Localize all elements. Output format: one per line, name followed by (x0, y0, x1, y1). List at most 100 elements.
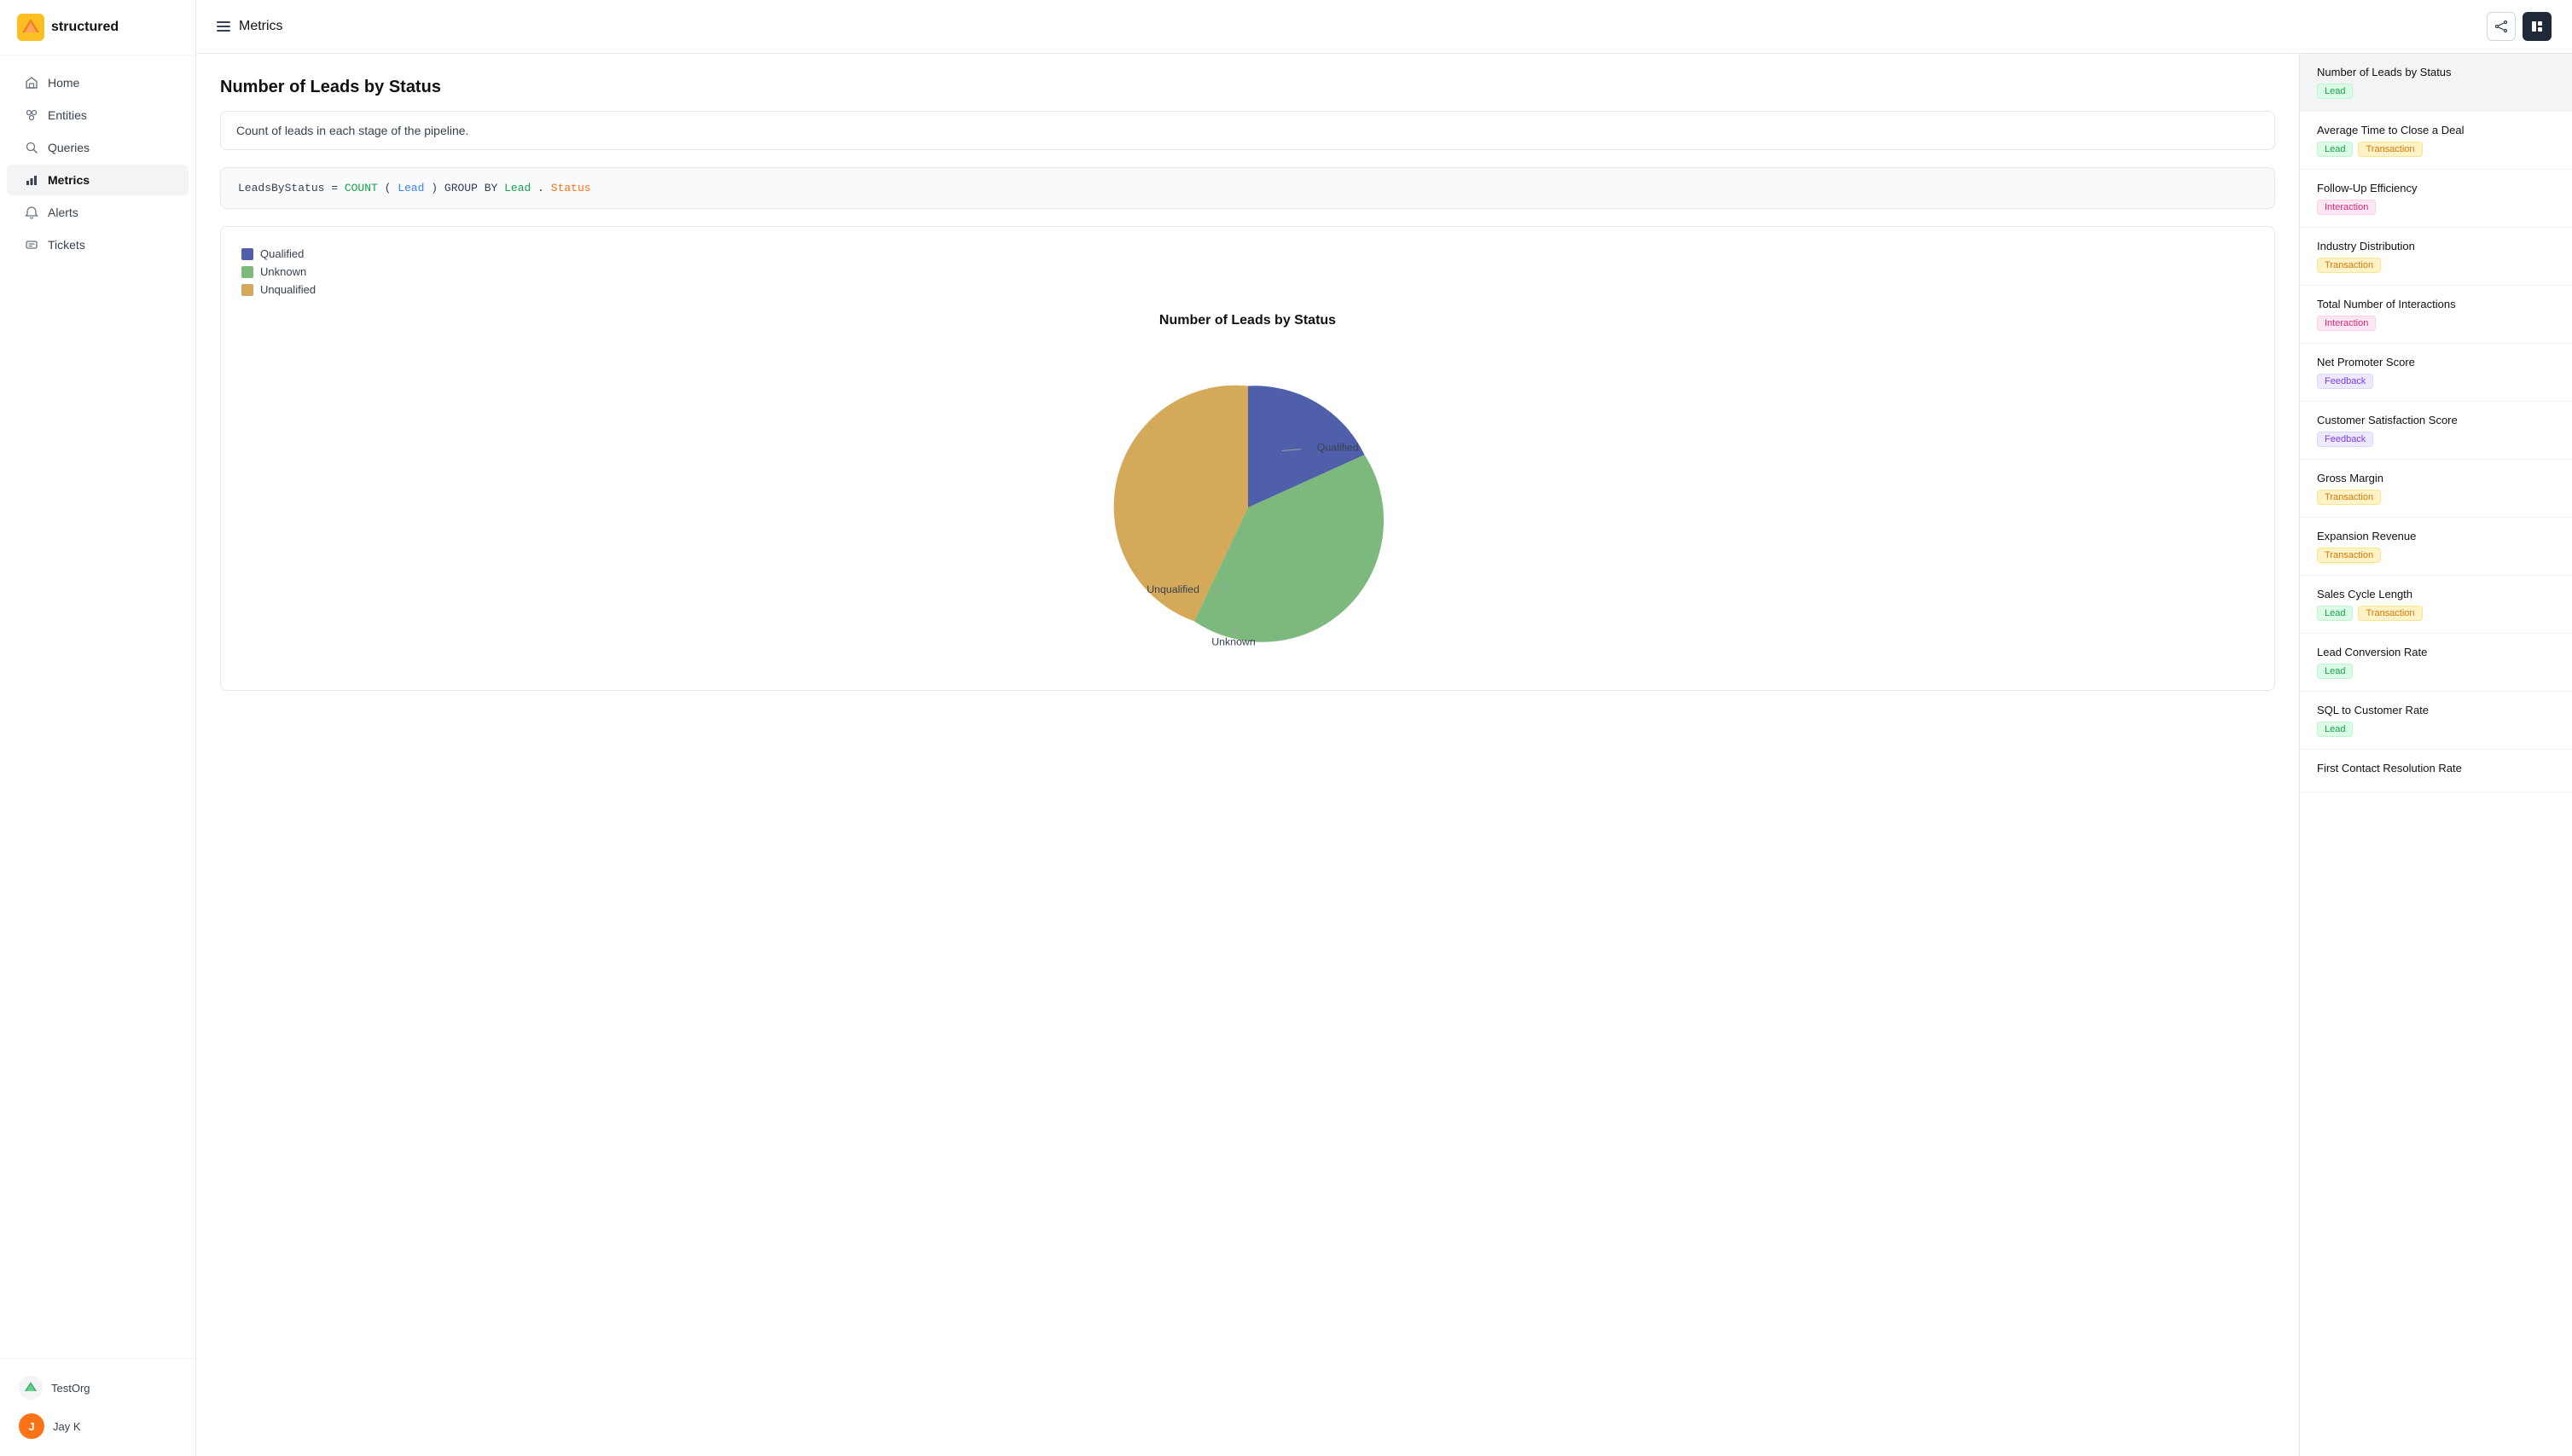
legend-label-unknown: Unknown (260, 265, 306, 278)
tag-lead-9: Lead (2317, 606, 2353, 621)
tag-transaction-8: Transaction (2317, 548, 2381, 563)
tag-transaction-1: Transaction (2358, 142, 2422, 157)
list-item-tags-4: Interaction (2317, 316, 2555, 331)
list-item-title-12: First Contact Resolution Rate (2317, 762, 2555, 774)
sidebar-item-home-label: Home (48, 76, 79, 90)
list-item-5[interactable]: Net Promoter Score Feedback (2300, 344, 2572, 402)
sidebar-item-tickets[interactable]: Tickets (7, 229, 189, 260)
list-item-title-4: Total Number of Interactions (2317, 298, 2555, 310)
alerts-icon (24, 205, 39, 220)
header: Metrics (196, 0, 2572, 54)
list-item-tags-11: Lead (2317, 722, 2555, 737)
list-item-title-0: Number of Leads by Status (2317, 66, 2555, 78)
list-item-3[interactable]: Industry Distribution Transaction (2300, 228, 2572, 286)
metrics-icon (24, 172, 39, 188)
sidebar: structured Home Entities (0, 0, 196, 1456)
center-panel: Number of Leads by Status Count of leads… (196, 54, 2299, 1456)
list-item-9[interactable]: Sales Cycle Length Lead Transaction (2300, 576, 2572, 634)
chart-title: Number of Leads by Status (241, 313, 2254, 328)
legend-unknown: Unknown (241, 265, 2254, 278)
list-item-tags-0: Lead (2317, 84, 2555, 99)
share-icon (2494, 20, 2508, 33)
description-text: Count of leads in each stage of the pipe… (236, 124, 468, 137)
main-content: Metrics (196, 0, 2572, 1456)
legend-label-qualified: Qualified (260, 247, 304, 260)
chart-container: Qualified Unqualified Unknown (241, 345, 2254, 670)
legend-label-unqualified: Unqualified (260, 283, 316, 296)
list-item-tags-7: Transaction (2317, 490, 2555, 505)
list-item-title-10: Lead Conversion Rate (2317, 646, 2555, 658)
list-item-2[interactable]: Follow-Up Efficiency Interaction (2300, 170, 2572, 228)
list-item-tags-8: Transaction (2317, 548, 2555, 563)
list-item-4[interactable]: Total Number of Interactions Interaction (2300, 286, 2572, 344)
layout-icon (2530, 20, 2544, 33)
sidebar-item-queries-label: Queries (48, 141, 90, 154)
tag-feedback-6: Feedback (2317, 432, 2373, 447)
list-item-title-6: Customer Satisfaction Score (2317, 414, 2555, 426)
description-box: Count of leads in each stage of the pipe… (220, 111, 2275, 150)
sidebar-item-metrics[interactable]: Metrics (7, 165, 189, 195)
list-item-title-1: Average Time to Close a Deal (2317, 124, 2555, 136)
list-item-title-7: Gross Margin (2317, 472, 2555, 484)
org-name: TestOrg (51, 1382, 90, 1395)
pie-label-unknown: Unknown (1211, 636, 1256, 648)
layout-button[interactable] (2523, 12, 2552, 41)
query-box: LeadsByStatus = COUNT ( Lead ) GROUP BY … (220, 167, 2275, 209)
logo-text: structured (51, 20, 119, 35)
list-item-tags-2: Interaction (2317, 200, 2555, 215)
org-item[interactable]: TestOrg (14, 1369, 182, 1407)
tag-interaction-4: Interaction (2317, 316, 2376, 331)
list-item-tags-3: Transaction (2317, 258, 2555, 273)
list-item-12[interactable]: First Contact Resolution Rate (2300, 750, 2572, 792)
tag-transaction-9: Transaction (2358, 606, 2422, 621)
entities-icon (24, 107, 39, 123)
logo-icon (17, 14, 44, 41)
user-avatar: J (19, 1413, 44, 1439)
sidebar-item-alerts-label: Alerts (48, 206, 78, 219)
list-item-10[interactable]: Lead Conversion Rate Lead (2300, 634, 2572, 692)
header-left: Metrics (217, 19, 283, 34)
legend-dot-qualified (241, 248, 253, 260)
list-item-11[interactable]: SQL to Customer Rate Lead (2300, 692, 2572, 750)
chart-box: Qualified Unknown Unqualified Number of … (220, 226, 2275, 691)
list-item-title-11: SQL to Customer Rate (2317, 704, 2555, 716)
page-title: Metrics (239, 19, 283, 34)
list-item-0[interactable]: Number of Leads by Status Lead (2300, 54, 2572, 112)
list-item-title-9: Sales Cycle Length (2317, 588, 2555, 600)
query-var: LeadsByStatus (238, 182, 331, 194)
metric-title: Number of Leads by Status (220, 78, 2275, 97)
menu-button[interactable] (217, 21, 230, 32)
list-item-title-2: Follow-Up Efficiency (2317, 182, 2555, 194)
query-field: Status (551, 182, 591, 194)
query-function: COUNT (345, 182, 378, 194)
tag-lead-11: Lead (2317, 722, 2353, 737)
list-item-title-5: Net Promoter Score (2317, 356, 2555, 368)
sidebar-item-queries[interactable]: Queries (7, 132, 189, 163)
sidebar-item-alerts[interactable]: Alerts (7, 197, 189, 228)
list-item-8[interactable]: Expansion Revenue Transaction (2300, 518, 2572, 576)
pie-label-unqualified: Unqualified (1147, 583, 1199, 595)
list-item-1[interactable]: Average Time to Close a Deal Lead Transa… (2300, 112, 2572, 170)
sidebar-item-entities-label: Entities (48, 108, 87, 122)
tag-lead-0: Lead (2317, 84, 2353, 99)
list-item-tags-5: Feedback (2317, 374, 2555, 389)
sidebar-item-metrics-label: Metrics (48, 173, 90, 187)
tag-interaction-2: Interaction (2317, 200, 2376, 215)
header-actions (2487, 12, 2552, 41)
sidebar-footer: TestOrg J Jay K (0, 1358, 195, 1456)
content-area: Number of Leads by Status Count of leads… (196, 54, 2572, 1456)
legend-dot-unknown (241, 266, 253, 278)
pie-chart: Qualified Unqualified Unknown (1086, 345, 1410, 670)
list-item-7[interactable]: Gross Margin Transaction (2300, 460, 2572, 518)
sidebar-item-tickets-label: Tickets (48, 238, 85, 252)
sidebar-item-home[interactable]: Home (7, 67, 189, 98)
sidebar-item-entities[interactable]: Entities (7, 100, 189, 131)
logo: structured (0, 0, 195, 55)
sidebar-navigation: Home Entities Queries (0, 55, 195, 1358)
share-button[interactable] (2487, 12, 2516, 41)
user-item[interactable]: J Jay K (14, 1407, 182, 1446)
query-entity1: Lead (398, 182, 424, 194)
list-item-tags-1: Lead Transaction (2317, 142, 2555, 157)
list-item-6[interactable]: Customer Satisfaction Score Feedback (2300, 402, 2572, 460)
list-item-tags-9: Lead Transaction (2317, 606, 2555, 621)
